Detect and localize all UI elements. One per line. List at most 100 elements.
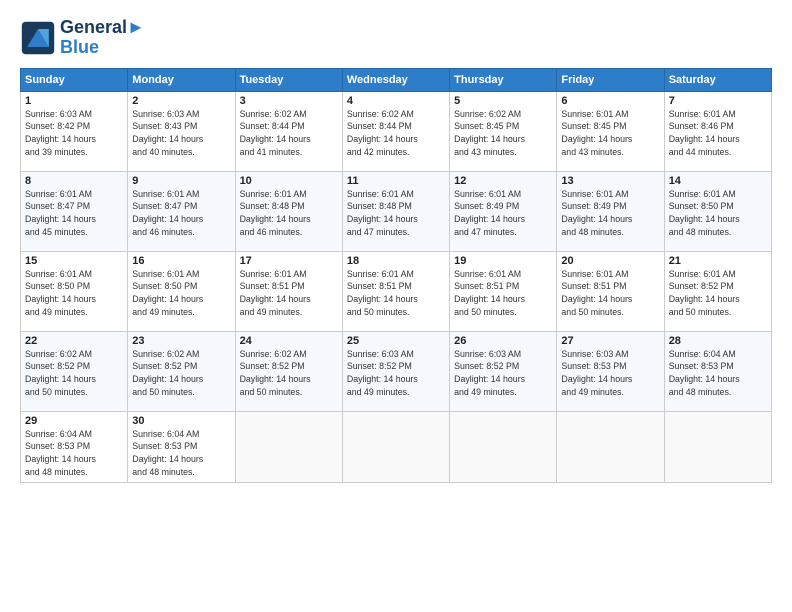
day-info: Sunrise: 6:02 AMSunset: 8:52 PMDaylight:… — [132, 348, 230, 399]
calendar-week-1: 1Sunrise: 6:03 AMSunset: 8:42 PMDaylight… — [21, 91, 772, 171]
calendar-cell: 1Sunrise: 6:03 AMSunset: 8:42 PMDaylight… — [21, 91, 128, 171]
page: General► Blue SundayMondayTuesdayWednesd… — [0, 0, 792, 612]
day-number: 10 — [240, 175, 338, 187]
day-number: 15 — [25, 255, 123, 267]
day-info: Sunrise: 6:02 AMSunset: 8:52 PMDaylight:… — [240, 348, 338, 399]
calendar-cell: 14Sunrise: 6:01 AMSunset: 8:50 PMDayligh… — [664, 171, 771, 251]
calendar-cell: 19Sunrise: 6:01 AMSunset: 8:51 PMDayligh… — [450, 251, 557, 331]
weekday-tuesday: Tuesday — [235, 68, 342, 91]
day-number: 6 — [561, 95, 659, 107]
weekday-saturday: Saturday — [664, 68, 771, 91]
day-number: 24 — [240, 335, 338, 347]
day-info: Sunrise: 6:01 AMSunset: 8:50 PMDaylight:… — [132, 268, 230, 319]
logo: General► Blue — [20, 18, 145, 58]
calendar-cell — [664, 411, 771, 482]
calendar-cell: 4Sunrise: 6:02 AMSunset: 8:44 PMDaylight… — [342, 91, 449, 171]
day-number: 5 — [454, 95, 552, 107]
calendar-cell: 10Sunrise: 6:01 AMSunset: 8:48 PMDayligh… — [235, 171, 342, 251]
day-number: 8 — [25, 175, 123, 187]
logo-icon — [20, 20, 56, 56]
day-info: Sunrise: 6:01 AMSunset: 8:50 PMDaylight:… — [25, 268, 123, 319]
calendar-cell: 8Sunrise: 6:01 AMSunset: 8:47 PMDaylight… — [21, 171, 128, 251]
day-number: 7 — [669, 95, 767, 107]
weekday-monday: Monday — [128, 68, 235, 91]
day-number: 12 — [454, 175, 552, 187]
day-number: 4 — [347, 95, 445, 107]
day-info: Sunrise: 6:04 AMSunset: 8:53 PMDaylight:… — [25, 428, 123, 479]
day-info: Sunrise: 6:02 AMSunset: 8:52 PMDaylight:… — [25, 348, 123, 399]
day-info: Sunrise: 6:01 AMSunset: 8:51 PMDaylight:… — [240, 268, 338, 319]
calendar-cell: 25Sunrise: 6:03 AMSunset: 8:52 PMDayligh… — [342, 331, 449, 411]
calendar-cell: 12Sunrise: 6:01 AMSunset: 8:49 PMDayligh… — [450, 171, 557, 251]
day-number: 28 — [669, 335, 767, 347]
day-number: 22 — [25, 335, 123, 347]
calendar-cell: 18Sunrise: 6:01 AMSunset: 8:51 PMDayligh… — [342, 251, 449, 331]
day-number: 9 — [132, 175, 230, 187]
weekday-thursday: Thursday — [450, 68, 557, 91]
day-number: 27 — [561, 335, 659, 347]
calendar-cell: 5Sunrise: 6:02 AMSunset: 8:45 PMDaylight… — [450, 91, 557, 171]
calendar-cell: 20Sunrise: 6:01 AMSunset: 8:51 PMDayligh… — [557, 251, 664, 331]
day-number: 1 — [25, 95, 123, 107]
day-info: Sunrise: 6:01 AMSunset: 8:45 PMDaylight:… — [561, 108, 659, 159]
day-info: Sunrise: 6:04 AMSunset: 8:53 PMDaylight:… — [669, 348, 767, 399]
day-info: Sunrise: 6:04 AMSunset: 8:53 PMDaylight:… — [132, 428, 230, 479]
calendar-cell: 27Sunrise: 6:03 AMSunset: 8:53 PMDayligh… — [557, 331, 664, 411]
calendar-cell: 24Sunrise: 6:02 AMSunset: 8:52 PMDayligh… — [235, 331, 342, 411]
day-number: 25 — [347, 335, 445, 347]
calendar-cell: 9Sunrise: 6:01 AMSunset: 8:47 PMDaylight… — [128, 171, 235, 251]
day-info: Sunrise: 6:01 AMSunset: 8:48 PMDaylight:… — [347, 188, 445, 239]
day-number: 3 — [240, 95, 338, 107]
day-number: 16 — [132, 255, 230, 267]
day-number: 29 — [25, 415, 123, 427]
day-number: 21 — [669, 255, 767, 267]
day-info: Sunrise: 6:03 AMSunset: 8:42 PMDaylight:… — [25, 108, 123, 159]
day-info: Sunrise: 6:01 AMSunset: 8:51 PMDaylight:… — [454, 268, 552, 319]
calendar-cell: 13Sunrise: 6:01 AMSunset: 8:49 PMDayligh… — [557, 171, 664, 251]
calendar-cell — [557, 411, 664, 482]
day-number: 20 — [561, 255, 659, 267]
weekday-wednesday: Wednesday — [342, 68, 449, 91]
calendar-cell: 26Sunrise: 6:03 AMSunset: 8:52 PMDayligh… — [450, 331, 557, 411]
calendar-week-3: 15Sunrise: 6:01 AMSunset: 8:50 PMDayligh… — [21, 251, 772, 331]
calendar-cell: 11Sunrise: 6:01 AMSunset: 8:48 PMDayligh… — [342, 171, 449, 251]
day-number: 26 — [454, 335, 552, 347]
day-info: Sunrise: 6:01 AMSunset: 8:47 PMDaylight:… — [25, 188, 123, 239]
day-info: Sunrise: 6:01 AMSunset: 8:48 PMDaylight:… — [240, 188, 338, 239]
day-info: Sunrise: 6:03 AMSunset: 8:53 PMDaylight:… — [561, 348, 659, 399]
day-info: Sunrise: 6:02 AMSunset: 8:45 PMDaylight:… — [454, 108, 552, 159]
day-number: 17 — [240, 255, 338, 267]
day-info: Sunrise: 6:01 AMSunset: 8:50 PMDaylight:… — [669, 188, 767, 239]
calendar-cell: 15Sunrise: 6:01 AMSunset: 8:50 PMDayligh… — [21, 251, 128, 331]
weekday-header-row: SundayMondayTuesdayWednesdayThursdayFrid… — [21, 68, 772, 91]
calendar-cell — [342, 411, 449, 482]
day-info: Sunrise: 6:02 AMSunset: 8:44 PMDaylight:… — [240, 108, 338, 159]
calendar-cell — [235, 411, 342, 482]
calendar-week-4: 22Sunrise: 6:02 AMSunset: 8:52 PMDayligh… — [21, 331, 772, 411]
day-number: 30 — [132, 415, 230, 427]
calendar-cell: 28Sunrise: 6:04 AMSunset: 8:53 PMDayligh… — [664, 331, 771, 411]
calendar-cell: 6Sunrise: 6:01 AMSunset: 8:45 PMDaylight… — [557, 91, 664, 171]
calendar-cell: 29Sunrise: 6:04 AMSunset: 8:53 PMDayligh… — [21, 411, 128, 482]
day-info: Sunrise: 6:01 AMSunset: 8:51 PMDaylight:… — [347, 268, 445, 319]
day-number: 14 — [669, 175, 767, 187]
calendar-cell: 7Sunrise: 6:01 AMSunset: 8:46 PMDaylight… — [664, 91, 771, 171]
day-number: 23 — [132, 335, 230, 347]
weekday-sunday: Sunday — [21, 68, 128, 91]
calendar-cell: 16Sunrise: 6:01 AMSunset: 8:50 PMDayligh… — [128, 251, 235, 331]
day-info: Sunrise: 6:01 AMSunset: 8:49 PMDaylight:… — [561, 188, 659, 239]
day-info: Sunrise: 6:01 AMSunset: 8:46 PMDaylight:… — [669, 108, 767, 159]
logo-text: General► Blue — [60, 18, 145, 58]
calendar-cell: 21Sunrise: 6:01 AMSunset: 8:52 PMDayligh… — [664, 251, 771, 331]
calendar-table: SundayMondayTuesdayWednesdayThursdayFrid… — [20, 68, 772, 483]
day-info: Sunrise: 6:03 AMSunset: 8:52 PMDaylight:… — [454, 348, 552, 399]
day-info: Sunrise: 6:02 AMSunset: 8:44 PMDaylight:… — [347, 108, 445, 159]
calendar-body: 1Sunrise: 6:03 AMSunset: 8:42 PMDaylight… — [21, 91, 772, 482]
day-number: 11 — [347, 175, 445, 187]
day-info: Sunrise: 6:01 AMSunset: 8:47 PMDaylight:… — [132, 188, 230, 239]
calendar-cell: 3Sunrise: 6:02 AMSunset: 8:44 PMDaylight… — [235, 91, 342, 171]
calendar-cell: 23Sunrise: 6:02 AMSunset: 8:52 PMDayligh… — [128, 331, 235, 411]
calendar-cell: 2Sunrise: 6:03 AMSunset: 8:43 PMDaylight… — [128, 91, 235, 171]
calendar-week-5: 29Sunrise: 6:04 AMSunset: 8:53 PMDayligh… — [21, 411, 772, 482]
day-number: 19 — [454, 255, 552, 267]
